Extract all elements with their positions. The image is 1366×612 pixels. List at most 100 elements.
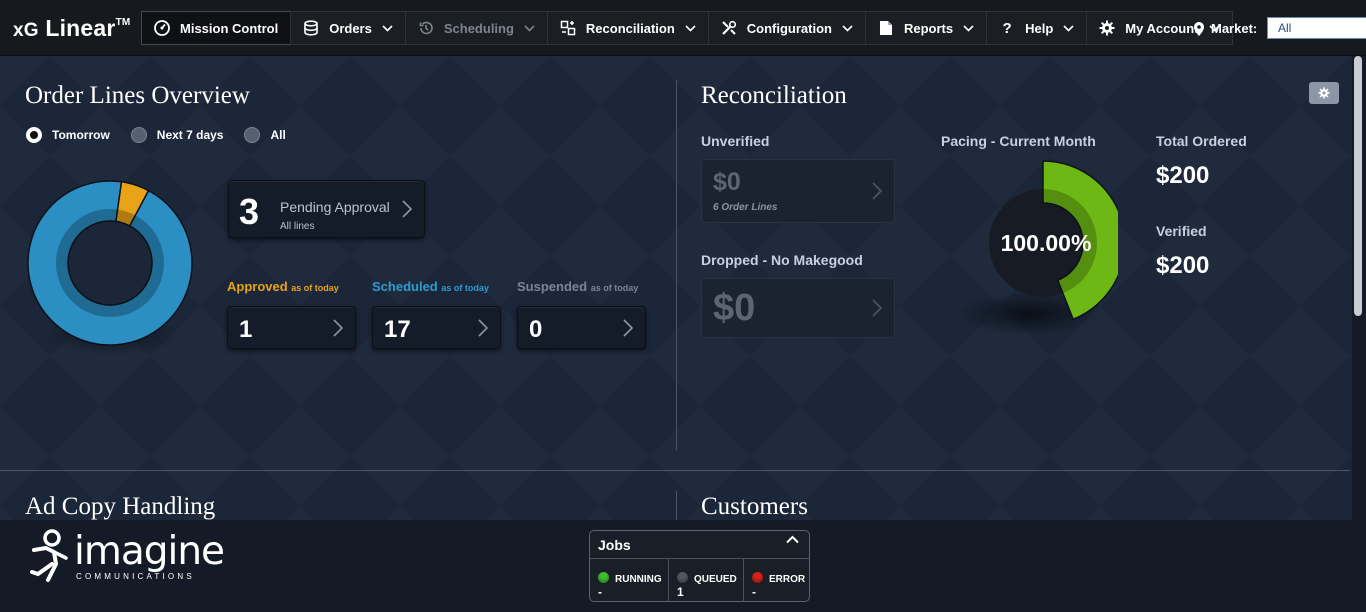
chevron-right-icon bbox=[872, 299, 882, 317]
database-icon bbox=[303, 20, 319, 36]
pacing-percent: 100.00% bbox=[1000, 230, 1092, 256]
error-value: - bbox=[752, 585, 756, 599]
filter-all-radio[interactable]: All bbox=[244, 127, 286, 143]
jobs-error[interactable]: ERROR - bbox=[744, 559, 809, 602]
queued-status-icon bbox=[677, 572, 688, 583]
approved-label: Approved as of today bbox=[227, 279, 339, 294]
history-clock-icon bbox=[418, 20, 434, 36]
radio-dot bbox=[244, 127, 261, 143]
scheduled-label-text: Scheduled bbox=[372, 279, 438, 294]
radio-label: Next 7 days bbox=[156, 128, 224, 142]
nav-configuration[interactable]: Configuration bbox=[707, 11, 865, 45]
approved-label-text: Approved bbox=[227, 279, 288, 294]
verified-label: Verified bbox=[1156, 223, 1207, 239]
pending-label: Pending Approval bbox=[280, 199, 390, 215]
dashboard-icon bbox=[154, 20, 170, 36]
filter-next-7-days-radio[interactable]: Next 7 days bbox=[130, 127, 224, 143]
market-select[interactable]: All bbox=[1267, 17, 1366, 39]
order-lines-donut-chart bbox=[27, 180, 193, 346]
section-divider-vertical bbox=[676, 80, 677, 450]
jobs-title: Jobs bbox=[598, 537, 631, 553]
unverified-label: Unverified bbox=[701, 133, 770, 149]
suspended-card[interactable]: 0 bbox=[517, 306, 646, 349]
market-label-text: Market: bbox=[1211, 21, 1258, 36]
pending-approval-card[interactable]: 3 Pending Approval All lines bbox=[228, 180, 425, 238]
dropped-label: Dropped - No Makegood bbox=[701, 252, 863, 268]
reconciliation-settings-button[interactable] bbox=[1309, 82, 1339, 104]
suspended-count: 0 bbox=[529, 316, 543, 343]
total-ordered-value: $200 bbox=[1156, 162, 1210, 189]
order-lines-filter: Tomorrow Next 7 days All bbox=[26, 127, 307, 143]
app-logo[interactable]: xG LinearTM bbox=[13, 15, 130, 42]
nav-reports[interactable]: Reports bbox=[865, 11, 987, 45]
lower-divider-vertical bbox=[676, 491, 677, 521]
scheduled-label: Scheduled as of today bbox=[372, 279, 489, 294]
radio-label: All bbox=[270, 128, 286, 142]
jobs-running[interactable]: RUNNING - bbox=[590, 559, 669, 602]
chevron-right-icon bbox=[623, 318, 633, 337]
scheduled-suffix: as of today bbox=[441, 283, 489, 293]
nav-help[interactable]: ? Help bbox=[986, 11, 1087, 45]
chevron-right-icon bbox=[333, 318, 343, 337]
section-divider-horizontal bbox=[0, 470, 1350, 471]
scheduled-count: 17 bbox=[384, 316, 411, 343]
reconciliation-title: Reconciliation bbox=[701, 82, 847, 109]
nav-label: Scheduling bbox=[443, 20, 514, 36]
tools-icon bbox=[721, 20, 737, 36]
pending-count: 3 bbox=[239, 191, 260, 232]
radio-dot bbox=[130, 127, 147, 143]
queued-label: QUEUED bbox=[694, 574, 737, 585]
top-navigation-bar: xG LinearTM Mission Control Orders Sched… bbox=[0, 0, 1366, 56]
logo-prefix: xG bbox=[13, 20, 39, 41]
error-status-icon bbox=[752, 572, 763, 583]
queued-value: 1 bbox=[677, 585, 684, 599]
document-icon bbox=[878, 20, 894, 36]
approved-count: 1 bbox=[239, 316, 253, 343]
gear-icon bbox=[1318, 87, 1330, 99]
unverified-sublabel: 6 Order Lines bbox=[713, 202, 778, 213]
imagine-logo-figure-icon bbox=[30, 529, 68, 582]
verified-value: $200 bbox=[1156, 252, 1210, 279]
suspended-label: Suspended as of today bbox=[517, 279, 638, 294]
main-nav: Mission Control Orders Scheduling Reconc… bbox=[141, 11, 1233, 45]
chevron-down-icon bbox=[1063, 24, 1074, 32]
jobs-panel: Jobs RUNNING - QUEUED 1 ERROR - bbox=[589, 530, 810, 602]
radio-label: Tomorrow bbox=[52, 128, 110, 142]
nav-reconciliation[interactable]: Reconciliation bbox=[546, 11, 708, 45]
pacing-label: Pacing - Current Month bbox=[941, 133, 1096, 149]
jobs-status-grid: RUNNING - QUEUED 1 ERROR - bbox=[590, 558, 809, 602]
jobs-queued[interactable]: QUEUED 1 bbox=[669, 559, 744, 602]
chevron-right-icon bbox=[872, 182, 882, 200]
filter-tomorrow-radio[interactable]: Tomorrow bbox=[26, 127, 110, 143]
reconcile-icon bbox=[560, 20, 576, 36]
scheduled-card[interactable]: 17 bbox=[372, 306, 501, 349]
nav-label: Mission Control bbox=[180, 20, 279, 36]
nav-label: Help bbox=[1025, 20, 1054, 36]
nav-label: Reports bbox=[904, 20, 954, 36]
imagine-logo-text: imagine bbox=[74, 529, 225, 574]
vertical-scrollbar[interactable] bbox=[1352, 56, 1366, 520]
nav-mission-control[interactable]: Mission Control bbox=[141, 11, 291, 45]
gear-icon bbox=[1099, 20, 1115, 36]
running-value: - bbox=[598, 585, 602, 599]
error-label: ERROR bbox=[769, 574, 806, 585]
nav-label: Configuration bbox=[746, 20, 832, 36]
chevron-down-icon bbox=[524, 24, 535, 32]
scrollbar-thumb[interactable] bbox=[1354, 56, 1362, 316]
market-select-value: All bbox=[1278, 21, 1292, 35]
question-icon: ? bbox=[1002, 19, 1012, 37]
chevron-up-icon[interactable] bbox=[786, 535, 799, 544]
approved-card[interactable]: 1 bbox=[227, 306, 356, 349]
radio-dot bbox=[26, 127, 42, 143]
unverified-card[interactable]: $0 6 Order Lines bbox=[701, 159, 895, 223]
nav-scheduling[interactable]: Scheduling bbox=[404, 11, 547, 45]
running-label: RUNNING bbox=[615, 574, 662, 585]
suspended-suffix: as of today bbox=[590, 283, 639, 293]
running-status-icon bbox=[598, 572, 609, 583]
market-label: Market: bbox=[1194, 21, 1257, 36]
chevron-down-icon bbox=[685, 24, 696, 32]
chevron-right-icon bbox=[478, 318, 488, 337]
nav-orders[interactable]: Orders bbox=[290, 11, 405, 45]
chevron-right-icon bbox=[402, 200, 412, 218]
dropped-card[interactable]: $0 bbox=[701, 278, 895, 338]
